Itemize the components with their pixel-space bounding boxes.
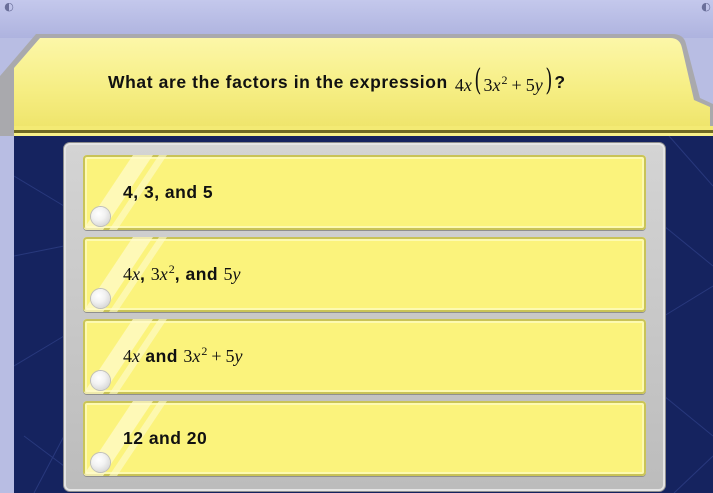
radio-button-icon[interactable] [91,371,110,390]
expr-plus: + [511,75,522,95]
answer-separator: , and [174,264,219,284]
answer-connector: and [145,346,178,366]
term-var: x [132,346,140,366]
radio-button-icon[interactable] [91,207,110,226]
answer-option-1[interactable]: 4, 3, and 5 [83,155,646,230]
answer-label: 12 and 20 [123,428,208,448]
answer-option-3[interactable]: 4x and 3x2 +5y [83,319,646,394]
answer-separator: , [140,264,146,284]
clock-icon: ◐ [4,0,14,13]
term-coef: 4 [123,346,132,366]
term-var: y [232,264,241,284]
expr-inner-var1: x [492,75,501,95]
term-coef: 4 [123,264,132,284]
answer-option-4[interactable]: 12 and 20 [83,401,646,476]
term-var: x [159,264,168,284]
answer-term-3: 5y [223,264,240,285]
expr-inner-coef2: 5 [525,75,535,95]
term-coef: 3 [150,264,160,284]
close-paren: ) [545,63,553,98]
answer-term-2: 3x2 [150,262,175,285]
expr-inner-var2: y [534,75,543,95]
expr-coef: 4 [454,75,464,95]
term-var: x [192,346,201,366]
term-exponent: 2 [201,344,208,358]
question-expression: 4x(3x2 +5y) [454,63,555,98]
term-plus: + [211,346,222,366]
term-var: x [132,264,140,284]
answer-term-1: 4x [123,346,140,367]
question-text: What are the factors in the expression 4… [108,64,566,100]
term-exponent: 2 [168,262,175,276]
answer-label: 4, 3, and 5 [123,182,214,202]
term-var: y [234,346,243,366]
expr-inner-coef1: 3 [483,75,493,95]
answer-label: 4x and 3x2 +5y [123,319,243,394]
expr-var-x: x [463,75,472,95]
term-coef: 5 [225,346,235,366]
answer-option-2[interactable]: 4x, 3x2, and 5y [83,237,646,312]
answer-term-1: 4x [123,264,140,285]
question-suffix: ? [554,71,566,92]
question-prefix: What are the factors in the expression [108,71,448,92]
answer-label: 4x, 3x2, and 5y [123,237,240,312]
open-paren: ( [474,63,482,98]
clock-icon: ◐ [701,0,711,13]
radio-button-icon[interactable] [91,453,110,472]
expr-exponent: 2 [501,73,508,87]
answer-term-2: 3x2 +5y [183,344,243,367]
radio-button-icon[interactable] [91,289,110,308]
